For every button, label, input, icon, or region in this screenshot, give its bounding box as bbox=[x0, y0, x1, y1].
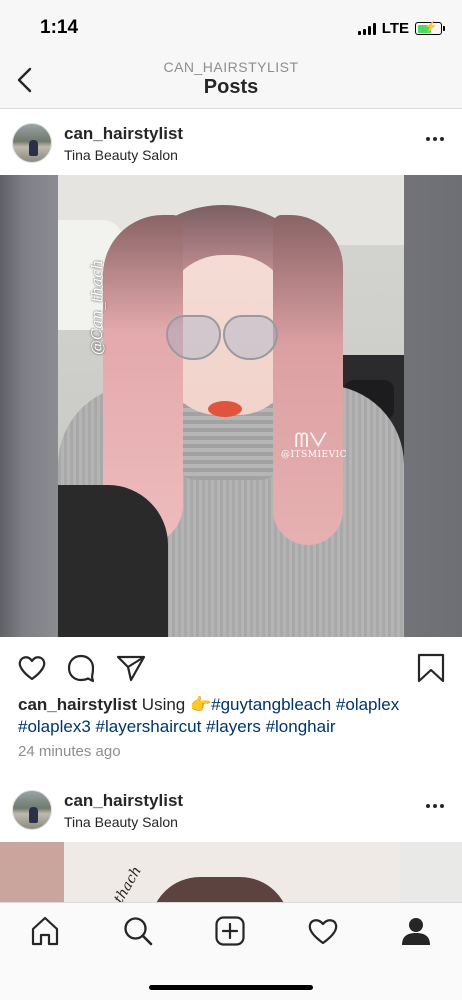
tab-search[interactable] bbox=[122, 915, 154, 947]
avatar[interactable] bbox=[12, 123, 52, 163]
tab-home[interactable] bbox=[29, 915, 61, 947]
status-time: 1:14 bbox=[40, 17, 79, 38]
post-image[interactable]: thach bbox=[0, 842, 462, 902]
caption-text: Using 👉 bbox=[137, 695, 212, 714]
signal-icon bbox=[357, 22, 376, 35]
post-caption: can_hairstylist Using 👉#guytangbleach #o… bbox=[18, 694, 448, 738]
new-post-icon bbox=[215, 916, 245, 946]
tab-profile[interactable] bbox=[400, 915, 432, 947]
more-options-button[interactable] bbox=[426, 804, 444, 808]
status-indicators: LTE ⚡ bbox=[357, 20, 445, 37]
home-icon bbox=[31, 916, 59, 946]
share-icon bbox=[116, 655, 146, 682]
home-indicator bbox=[149, 985, 313, 990]
avatar[interactable] bbox=[12, 790, 52, 830]
network-type: LTE bbox=[381, 20, 409, 37]
save-button[interactable] bbox=[416, 653, 446, 683]
charging-icon: ⚡ bbox=[424, 21, 438, 33]
caption-username[interactable]: can_hairstylist bbox=[18, 695, 137, 714]
image-watermark-logo: ᗰᐯ @ITSMIEVIC bbox=[281, 428, 348, 460]
image-watermark-signature: @Can_thach bbox=[88, 259, 106, 355]
battery-icon: ⚡ bbox=[415, 21, 445, 35]
search-icon bbox=[124, 917, 153, 946]
post-username[interactable]: can_hairstylist bbox=[64, 791, 183, 811]
post-location[interactable]: Tina Beauty Salon bbox=[64, 814, 178, 830]
comment-icon bbox=[67, 654, 95, 683]
post-location[interactable]: Tina Beauty Salon bbox=[64, 147, 178, 163]
more-options-button[interactable] bbox=[426, 137, 444, 141]
post-image[interactable]: @Can_thach ᗰᐯ @ITSMIEVIC bbox=[0, 175, 462, 637]
heart-icon bbox=[18, 656, 46, 681]
photo bbox=[58, 175, 404, 637]
page-title: Posts bbox=[203, 76, 259, 98]
post-header: can_hairstylist Tina Beauty Salon bbox=[0, 776, 462, 840]
header-subtitle: CAN_HAIRSTYLIST bbox=[163, 59, 299, 75]
post-actions bbox=[0, 637, 462, 697]
tab-new-post[interactable] bbox=[214, 915, 246, 947]
share-button[interactable] bbox=[116, 653, 146, 683]
post-timestamp: 24 minutes ago bbox=[18, 743, 121, 760]
bottom-tab-bar bbox=[0, 902, 462, 1000]
tab-activity[interactable] bbox=[307, 915, 339, 947]
nav-header: CAN_HAIRSTYLIST Posts bbox=[0, 54, 462, 109]
profile-icon bbox=[402, 918, 430, 945]
activity-icon bbox=[308, 919, 338, 945]
like-button[interactable] bbox=[17, 653, 47, 683]
post-header: can_hairstylist Tina Beauty Salon bbox=[0, 109, 462, 173]
comment-button[interactable] bbox=[66, 653, 96, 683]
status-bar: 1:14 LTE ⚡ bbox=[0, 0, 462, 54]
post-username[interactable]: can_hairstylist bbox=[64, 124, 183, 144]
bookmark-icon bbox=[417, 653, 445, 683]
